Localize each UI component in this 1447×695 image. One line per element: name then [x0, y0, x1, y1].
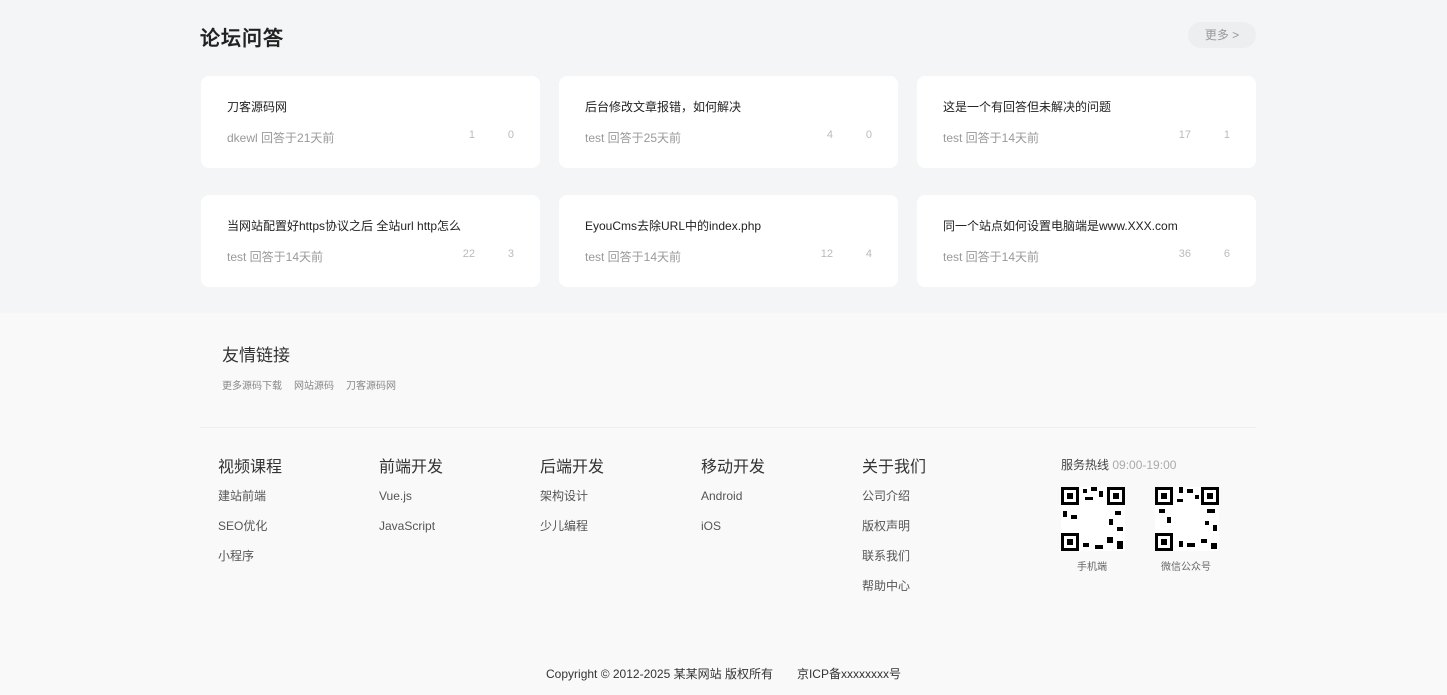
- view-count: 1: [468, 129, 475, 141]
- answer-meta: test 回答于25天前: [585, 131, 682, 145]
- footer-link[interactable]: 小程序: [218, 549, 282, 579]
- footer-column-frontend: 前端开发 Vue.js JavaScript: [379, 453, 443, 549]
- friend-links: 更多源码下载 网站源码 刀客源码网: [222, 377, 408, 392]
- friend-links-title: 友情链接: [222, 346, 290, 365]
- question-title[interactable]: 同一个站点如何设置电脑端是www.XXX.com: [943, 217, 1178, 234]
- footer-column-about: 关于我们 公司介绍 版权声明 联系我们 帮助中心: [862, 453, 926, 609]
- view-count: 12: [820, 248, 833, 260]
- service-hotline: 服务热线 09:00-19:00: [1061, 456, 1176, 473]
- answer-count: 3: [507, 248, 514, 260]
- hotline-label: 服务热线: [1061, 458, 1110, 472]
- site-footer: 友情链接 更多源码下载 网站源码 刀客源码网 视频课程 建站前端 SEO优化 小程序…: [0, 313, 1447, 695]
- qr-label-mobile: 手机端: [1077, 562, 1107, 573]
- answer-meta: dkewl 回答于21天前: [227, 131, 335, 145]
- view-count: 4: [826, 129, 833, 141]
- footer-link[interactable]: 联系我们: [862, 549, 926, 579]
- qr-code-wechat: [1155, 487, 1219, 551]
- qa-card[interactable]: 当网站配置好https协议之后 全站url http怎么 test 回答于14天…: [201, 195, 540, 287]
- copyright: Copyright © 2012-2025 某某网站 版权所有 京ICP备xxxx…: [0, 665, 1447, 682]
- qa-card[interactable]: 后台修改文章报错，如何解决 test 回答于25天前 4 0: [559, 76, 898, 168]
- answer-meta: test 回答于14天前: [943, 131, 1040, 145]
- copyright-text: Copyright © 2012-2025 某某网站 版权所有: [546, 667, 773, 681]
- footer-column-mobile: 移动开发 Android iOS: [701, 453, 765, 549]
- column-title: 关于我们: [862, 459, 927, 476]
- answer-meta: test 回答于14天前: [227, 250, 324, 264]
- answer-count: 0: [507, 129, 514, 141]
- question-title[interactable]: 这是一个有回答但未解决的问题: [943, 98, 1111, 115]
- footer-link[interactable]: 公司介绍: [862, 489, 926, 519]
- question-title[interactable]: 后台修改文章报错，如何解决: [585, 98, 741, 115]
- friend-link[interactable]: 网站源码: [294, 381, 334, 392]
- footer-column-video: 视频课程 建站前端 SEO优化 小程序: [218, 453, 282, 579]
- qa-card[interactable]: 刀客源码网 dkewl 回答于21天前 1 0: [201, 76, 540, 168]
- friend-link[interactable]: 更多源码下载: [222, 381, 282, 392]
- footer-link[interactable]: 帮助中心: [862, 579, 926, 609]
- section-title: 论坛问答: [200, 28, 284, 50]
- qr-code-mobile: [1061, 487, 1125, 551]
- answer-count: 0: [865, 129, 872, 141]
- view-count: 36: [1178, 248, 1191, 260]
- footer-link[interactable]: iOS: [701, 519, 765, 549]
- footer-link[interactable]: JavaScript: [379, 519, 443, 549]
- qr-label-wechat: 微信公众号: [1161, 562, 1211, 573]
- question-title[interactable]: 当网站配置好https协议之后 全站url http怎么: [227, 217, 461, 234]
- footer-link[interactable]: 版权声明: [862, 519, 926, 549]
- answer-meta: test 回答于14天前: [943, 250, 1040, 264]
- answer-meta: test 回答于14天前: [585, 250, 682, 264]
- view-count: 22: [462, 248, 475, 260]
- footer-link[interactable]: 少儿编程: [540, 519, 604, 549]
- question-title[interactable]: 刀客源码网: [227, 98, 287, 115]
- footer-column-backend: 后端开发 架构设计 少儿编程: [540, 453, 604, 549]
- footer-link[interactable]: Android: [701, 489, 765, 519]
- column-title: 视频课程: [218, 459, 283, 476]
- view-count: 17: [1178, 129, 1191, 141]
- forum-qa-section: 论坛问答 更多 > 刀客源码网 dkewl 回答于21天前 1 0 后台修改文章…: [0, 0, 1447, 313]
- friend-link[interactable]: 刀客源码网: [346, 381, 396, 392]
- column-title: 前端开发: [379, 459, 444, 476]
- divider: [200, 427, 1256, 428]
- more-button[interactable]: 更多 >: [1188, 22, 1256, 48]
- footer-link[interactable]: 架构设计: [540, 489, 604, 519]
- column-title: 后端开发: [540, 459, 605, 476]
- footer-link[interactable]: Vue.js: [379, 489, 443, 519]
- hotline-time: 09:00-19:00: [1112, 458, 1177, 472]
- footer-link[interactable]: SEO优化: [218, 519, 282, 549]
- column-title: 移动开发: [701, 459, 766, 476]
- icp-link[interactable]: 京ICP备xxxxxxxx号: [797, 667, 901, 681]
- answer-count: 4: [865, 248, 872, 260]
- question-title[interactable]: EyouCms去除URL中的index.php: [585, 217, 761, 234]
- qa-card[interactable]: 同一个站点如何设置电脑端是www.XXX.com test 回答于14天前 36…: [917, 195, 1256, 287]
- qa-card[interactable]: EyouCms去除URL中的index.php test 回答于14天前 12 …: [559, 195, 898, 287]
- qa-card[interactable]: 这是一个有回答但未解决的问题 test 回答于14天前 17 1: [917, 76, 1256, 168]
- answer-count: 6: [1223, 248, 1230, 260]
- footer-link[interactable]: 建站前端: [218, 489, 282, 519]
- answer-count: 1: [1223, 129, 1230, 141]
